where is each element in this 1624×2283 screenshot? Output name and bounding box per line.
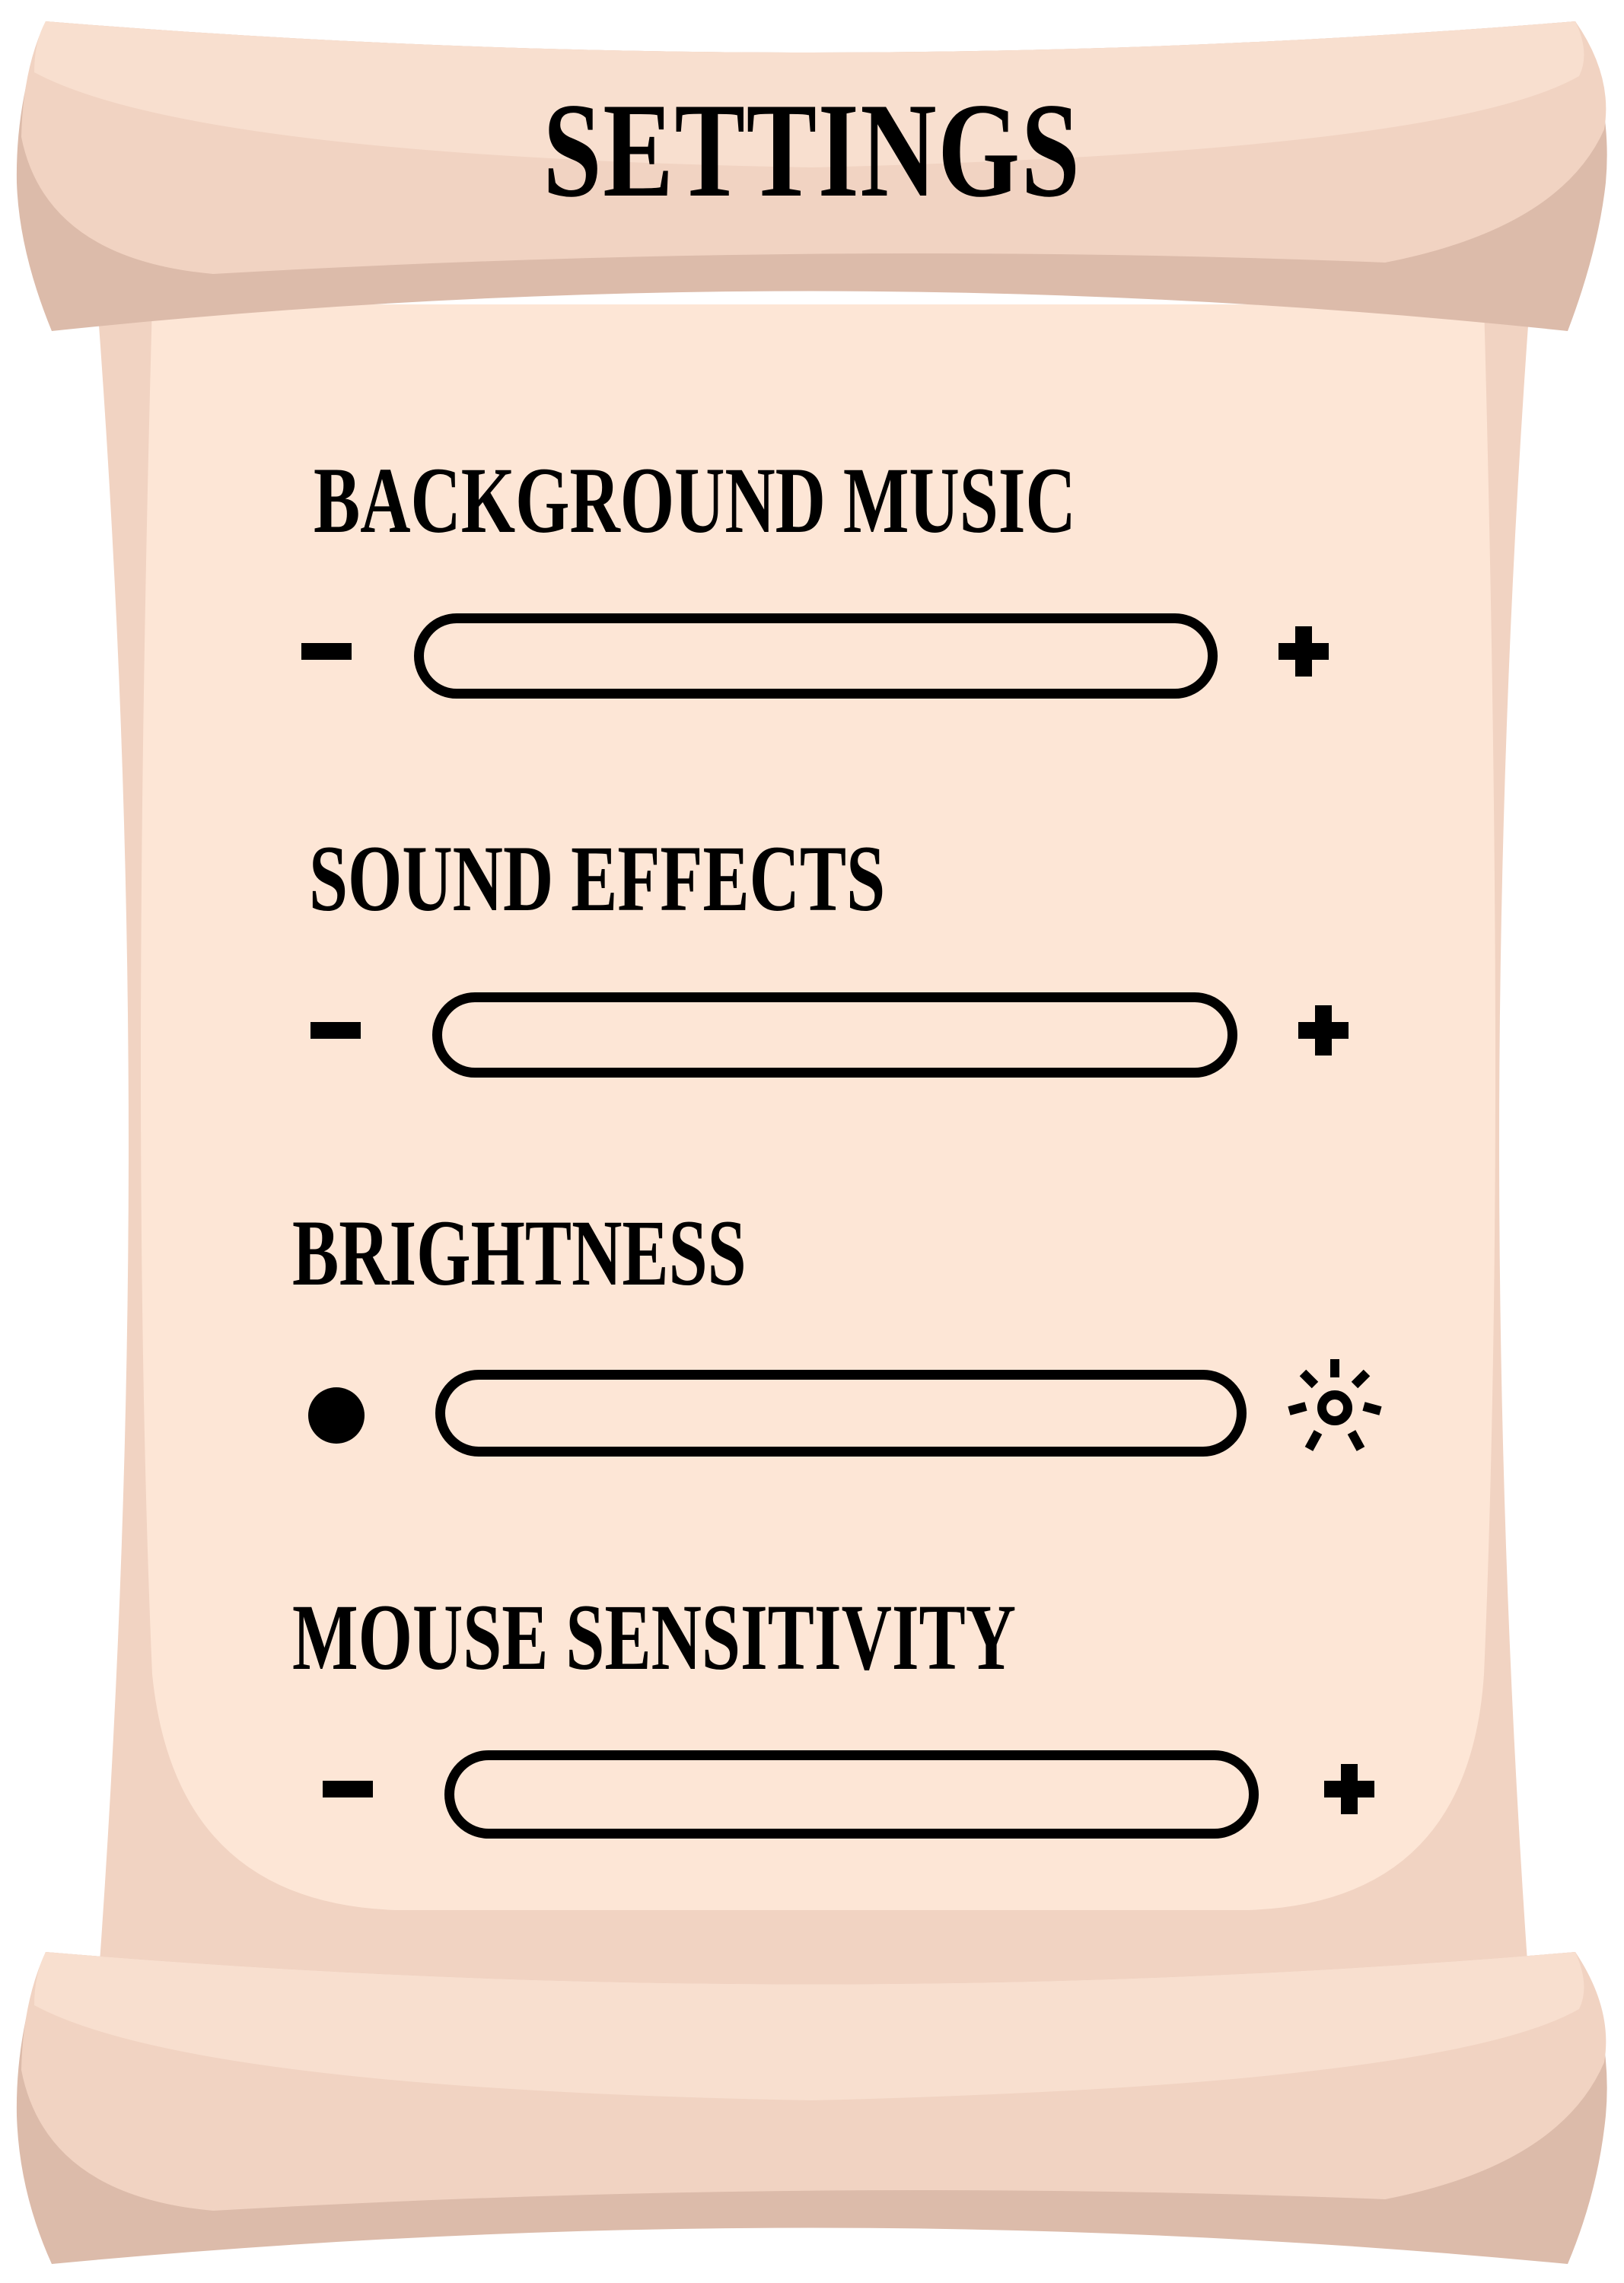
volume-slider[interactable] [432,992,1237,1078]
page-title: SETTINGS [543,75,1081,225]
increase-button[interactable] [1285,1356,1385,1457]
setting-label: SOUND EFFECTS [309,826,886,931]
minus-icon [301,643,352,660]
dim-dot-icon [308,1387,365,1444]
increase-button[interactable] [1298,1005,1349,1056]
setting-label: BACKGROUND MUSIC [314,448,1076,552]
minus-icon [323,1781,373,1797]
plus-icon [1279,626,1329,677]
decrease-button[interactable] [310,1022,361,1039]
parchment-scroll [16,21,1607,2264]
decrease-button[interactable] [307,1387,365,1444]
decrease-button[interactable] [323,1781,373,1797]
plus-icon [1298,1005,1349,1056]
decrease-button[interactable] [301,643,352,660]
volume-slider[interactable] [414,613,1218,699]
setting-label: BRIGHTNESS [292,1201,747,1305]
brightness-slider[interactable] [435,1370,1247,1457]
sensitivity-slider[interactable] [444,1750,1259,1839]
sun-icon [1288,1359,1382,1451]
setting-label: MOUSE SENSITIVITY [292,1585,1017,1689]
increase-button[interactable] [1279,626,1329,677]
minus-icon [310,1022,361,1039]
plus-icon [1324,1764,1374,1814]
increase-button[interactable] [1324,1764,1374,1814]
